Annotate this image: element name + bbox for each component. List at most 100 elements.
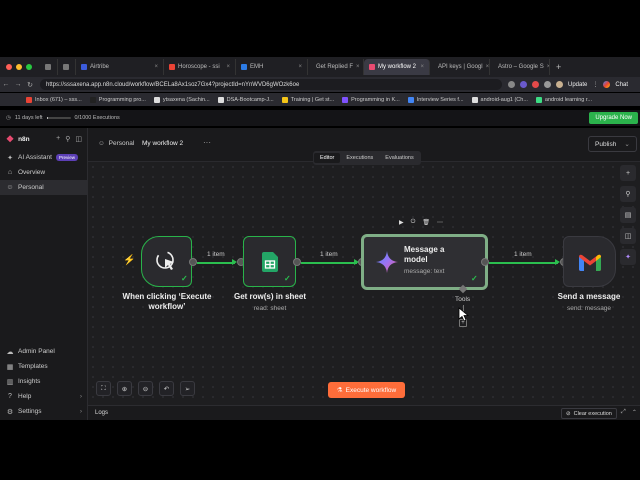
close-tab-icon[interactable]: × xyxy=(547,64,549,70)
close-tab-icon[interactable]: × xyxy=(356,64,360,70)
browser-tab[interactable]: Get Replied F × xyxy=(308,59,364,75)
more-icon[interactable]: ⋯ xyxy=(437,219,443,226)
browser-tab[interactable]: Airtribe × xyxy=(76,59,164,75)
bookmark-item[interactable]: android-aug1 (Ch... xyxy=(471,96,528,103)
node-manual-trigger[interactable]: ✓ xyxy=(141,236,192,287)
sidebar-item-insights[interactable]: ▥ Insights xyxy=(0,374,88,389)
tab-executions[interactable]: Executions xyxy=(340,153,379,163)
gemini-icon[interactable] xyxy=(603,81,611,88)
extension-icon[interactable] xyxy=(520,81,527,88)
sticky-note-icon[interactable]: ▤ xyxy=(620,207,636,223)
publish-button[interactable]: Publish ⌄ xyxy=(588,136,637,152)
workflow-name[interactable]: My workflow 2 xyxy=(142,140,183,147)
sidebar-item-templates[interactable]: ▦ Templates xyxy=(0,359,88,374)
collapse-sidebar-icon[interactable]: ◫ xyxy=(75,135,82,143)
chevron-up-icon[interactable]: ⌃ xyxy=(632,409,637,416)
logs-panel-bar[interactable]: Logs ⊘ Clear execution ⤢ ⌃ xyxy=(88,405,640,420)
output-port[interactable] xyxy=(293,258,301,266)
node-gmail[interactable] xyxy=(563,236,616,287)
ai-sparkle-icon[interactable]: ✦ xyxy=(620,249,636,265)
breadcrumb[interactable]: ☺ Personal xyxy=(98,140,134,147)
connection[interactable] xyxy=(489,262,558,264)
breadcrumb-project[interactable]: Personal xyxy=(109,140,135,147)
close-window-button[interactable] xyxy=(6,64,12,70)
upgrade-button[interactable]: Upgrade Now xyxy=(589,112,638,124)
sidebar-item-ai-assistant[interactable]: ✦ AI Assistant Preview xyxy=(0,150,87,165)
sidebar-item-personal[interactable]: ☺ Personal xyxy=(0,180,87,195)
maximize-window-button[interactable] xyxy=(26,64,32,70)
bookmark-item[interactable]: Programming in K... xyxy=(342,96,400,103)
tab-label: Airtribe xyxy=(90,64,110,70)
expand-icon[interactable]: ⤢ xyxy=(621,409,626,416)
bookmark-item[interactable]: android learning r... xyxy=(535,96,592,103)
bookmark-item[interactable]: ytsaxena (Sachin... xyxy=(153,96,210,103)
search-nodes-icon[interactable]: ⚲ xyxy=(620,186,636,202)
browser-tab[interactable]: My workflow 2 × xyxy=(364,59,430,75)
browser-pinned-tab[interactable] xyxy=(58,59,76,75)
close-tab-icon[interactable]: × xyxy=(486,64,489,70)
add-node-button[interactable]: + xyxy=(620,165,636,181)
clear-execution-button[interactable]: ⊘ Clear execution xyxy=(561,408,617,419)
power-icon[interactable]: ⏻ xyxy=(411,219,416,226)
close-tab-icon[interactable]: × xyxy=(226,64,230,70)
emh-icon xyxy=(241,64,247,70)
pointer-tool-icon[interactable]: ➢ xyxy=(180,381,195,396)
sidebar-item-overview[interactable]: ⌂ Overview xyxy=(0,165,87,180)
minimize-window-button[interactable] xyxy=(16,64,22,70)
tools-label: Tools xyxy=(455,296,471,303)
sidebar-item-admin-panel[interactable]: ☁ Admin Panel xyxy=(0,344,88,359)
browser-pinned-tab[interactable] xyxy=(40,59,58,75)
search-icon[interactable]: ⚲ xyxy=(65,135,70,143)
url-text: https://sssaxena.app.n8n.cloud/workflow/… xyxy=(46,81,300,88)
new-tab-button[interactable]: + xyxy=(556,62,561,72)
tab-evaluations[interactable]: Evaluations xyxy=(379,153,419,163)
play-icon[interactable]: ▶ xyxy=(399,219,404,226)
browser-tab[interactable]: Horoscope - ssi × xyxy=(164,59,236,75)
zoom-out-icon[interactable]: ⊖ xyxy=(138,381,153,396)
forward-icon[interactable]: → xyxy=(12,81,24,88)
node-google-sheets[interactable]: ✓ xyxy=(243,236,296,287)
add-icon[interactable]: + xyxy=(56,135,60,143)
chat-button[interactable]: Chat xyxy=(615,82,628,88)
panel-icon[interactable]: ◫ xyxy=(620,228,636,244)
reload-icon[interactable]: ↻ xyxy=(24,81,36,89)
browser-tab[interactable]: Astro – Google S × xyxy=(490,59,550,75)
sidebar-item-settings[interactable]: ⚙ Settings › xyxy=(0,404,88,419)
menu-icon[interactable]: ⋮ xyxy=(592,81,598,88)
bookmark-item[interactable]: Inbox (671) – sss... xyxy=(26,96,82,103)
trash-icon[interactable]: 🗑 xyxy=(422,219,430,226)
bookmark-star-icon[interactable] xyxy=(508,81,515,88)
fit-view-icon[interactable]: ⛶ xyxy=(96,381,111,396)
success-check-icon: ✓ xyxy=(284,274,291,283)
bookmark-item[interactable]: Training | Get st... xyxy=(281,96,334,103)
extensions-puzzle-icon[interactable] xyxy=(544,81,551,88)
close-tab-icon[interactable]: × xyxy=(154,64,158,70)
url-field[interactable]: https://sssaxena.app.n8n.cloud/workflow/… xyxy=(40,79,502,90)
bookmark-item[interactable]: DSA-Bootcamp-J... xyxy=(217,96,274,103)
undo-icon[interactable]: ↶ xyxy=(159,381,174,396)
output-port[interactable] xyxy=(189,258,197,266)
workflow-canvas[interactable]: ⚡ ✓ When clicking ‘Execute workflow’ 1 i… xyxy=(88,162,640,405)
close-tab-icon[interactable]: × xyxy=(298,64,302,70)
bookmark-favicon-icon xyxy=(26,96,32,103)
back-icon[interactable]: ← xyxy=(0,81,12,88)
connection[interactable] xyxy=(197,262,235,264)
avatar[interactable] xyxy=(556,81,563,88)
extension-icon[interactable] xyxy=(532,81,539,88)
bookmark-item[interactable]: Programming pro... xyxy=(89,96,146,103)
execute-workflow-button[interactable]: ⚗ Execute workflow xyxy=(328,382,405,398)
browser-tab[interactable]: API keys | Googl × xyxy=(430,59,490,75)
zoom-in-icon[interactable]: ⊕ xyxy=(117,381,132,396)
close-tab-icon[interactable]: × xyxy=(420,64,424,70)
output-port[interactable] xyxy=(481,258,489,266)
chevron-down-icon[interactable]: ⌄ xyxy=(624,140,629,148)
node-message-model[interactable]: Message a model message: text ✓ xyxy=(361,234,488,290)
connection[interactable] xyxy=(301,262,357,264)
browser-tab[interactable]: EMH × xyxy=(236,59,308,75)
tab-editor[interactable]: Editor xyxy=(314,153,341,163)
bookmark-label: Interview Series f... xyxy=(416,96,464,103)
workflow-more-button[interactable]: ··· xyxy=(203,138,211,147)
bookmark-item[interactable]: Interview Series f... xyxy=(407,96,464,103)
sidebar-item-help[interactable]: ? Help › xyxy=(0,389,88,404)
update-button[interactable]: Update xyxy=(568,82,587,88)
